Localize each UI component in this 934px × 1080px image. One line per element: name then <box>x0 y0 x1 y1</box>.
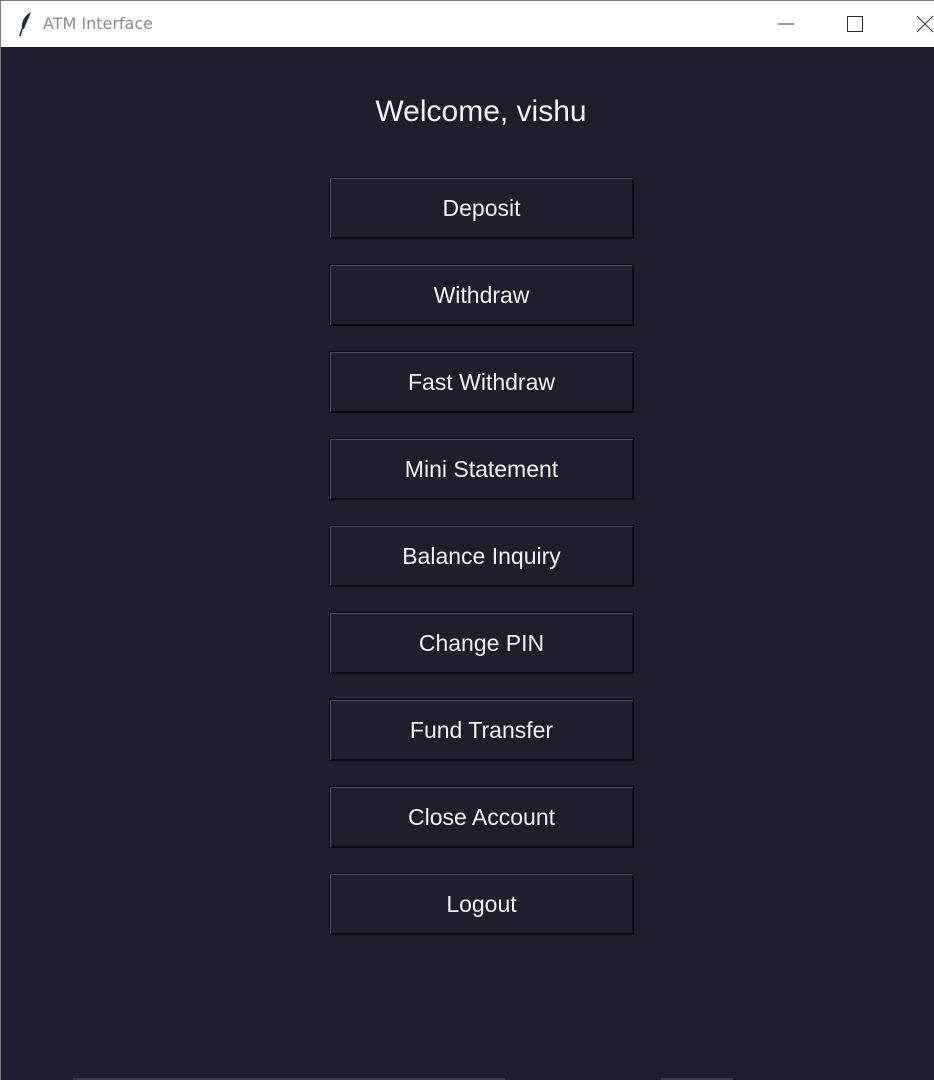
maximize-button[interactable] <box>831 1 877 47</box>
fund-transfer-button[interactable]: Fund Transfer <box>329 699 634 761</box>
minimize-button[interactable] <box>761 1 807 47</box>
app-window: ATM Interface Welcome, vishu Deposit Wit… <box>0 0 934 1080</box>
close-account-button[interactable]: Close Account <box>329 786 634 848</box>
feather-icon <box>17 11 35 37</box>
window-title: ATM Interface <box>43 14 153 33</box>
title-bar[interactable]: ATM Interface <box>1 1 934 47</box>
change-pin-button[interactable]: Change PIN <box>329 612 634 674</box>
balance-inquiry-button[interactable]: Balance Inquiry <box>329 525 634 587</box>
mini-statement-button[interactable]: Mini Statement <box>329 438 634 500</box>
close-button[interactable] <box>901 1 934 47</box>
welcome-heading: Welcome, vishu <box>375 95 587 128</box>
logout-button[interactable]: Logout <box>329 873 634 935</box>
deposit-button[interactable]: Deposit <box>329 177 634 239</box>
withdraw-button[interactable]: Withdraw <box>329 264 634 326</box>
fast-withdraw-button[interactable]: Fast Withdraw <box>329 351 634 413</box>
main-panel: Welcome, vishu Deposit Withdraw Fast Wit… <box>1 47 934 1080</box>
